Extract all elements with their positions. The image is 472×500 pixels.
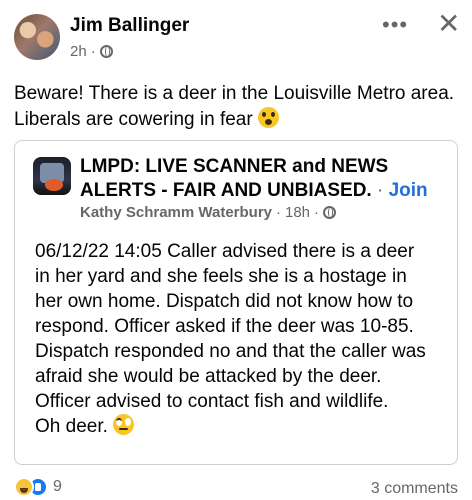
join-separator: · [371, 180, 389, 201]
shared-post-time[interactable]: 18h [285, 204, 310, 221]
post-time[interactable]: 2h [70, 43, 87, 60]
facebook-post: Jim Ballinger 2h · ••• ✕ Beware! There i… [0, 0, 472, 500]
shared-text-last-line: Oh deer. [35, 414, 450, 439]
author-avatar[interactable] [14, 14, 60, 60]
shared-text-line: her own home. Dispatch did not know how … [35, 291, 414, 312]
shared-text-line: respond. Officer asked if the deer was 1… [35, 316, 414, 337]
shared-poster-name[interactable]: Kathy Schramm Waterbury [80, 204, 272, 221]
post-text: Beware! There is a deer in the Louisvill… [14, 81, 458, 133]
more-options-button[interactable]: ••• [382, 12, 408, 38]
shocked-face-emoji-icon [257, 107, 279, 128]
shared-post-text: 06/12/22 14:05 Caller advised there is a… [35, 239, 450, 439]
shared-post-card[interactable]: LMPD: LIVE SCANNER and NEWS ALERTS - FAI… [14, 140, 458, 465]
join-button[interactable]: Join [389, 180, 428, 201]
shared-text-line: Officer advised to contact fish and wild… [35, 391, 389, 412]
post-text-body: Beware! There is a deer in the Louisvill… [14, 83, 455, 130]
reactions-summary[interactable]: 9 [14, 477, 62, 497]
shared-text-line: 06/12/22 14:05 Caller advised there is a… [35, 241, 415, 262]
group-avatar-icon[interactable] [33, 157, 71, 195]
haha-reaction-icon [14, 477, 34, 497]
shared-text-line: afraid she would be attacked by the deer… [35, 366, 382, 387]
shared-text-line: Oh deer. [35, 416, 108, 437]
shared-post-meta: Kathy Schramm Waterbury · 18h · [80, 204, 337, 221]
globe-icon [99, 45, 113, 58]
shared-text-line: Dispatch responded no and that the calle… [35, 341, 426, 362]
post-meta: 2h · [70, 43, 113, 60]
globe-icon [323, 206, 337, 219]
close-button[interactable]: ✕ [437, 10, 460, 38]
comments-link[interactable]: 3 comments [371, 480, 458, 498]
eye-roll-emoji-icon [113, 414, 135, 435]
reaction-count: 9 [53, 478, 62, 495]
author-name[interactable]: Jim Ballinger [70, 15, 189, 37]
group-name[interactable]: LMPD: LIVE SCANNER and NEWS ALERTS - FAI… [80, 155, 440, 203]
group-name-text[interactable]: LMPD: LIVE SCANNER and NEWS ALERTS - FAI… [80, 156, 388, 201]
shared-text-line: in her yard and she feels she is a hosta… [35, 266, 407, 287]
